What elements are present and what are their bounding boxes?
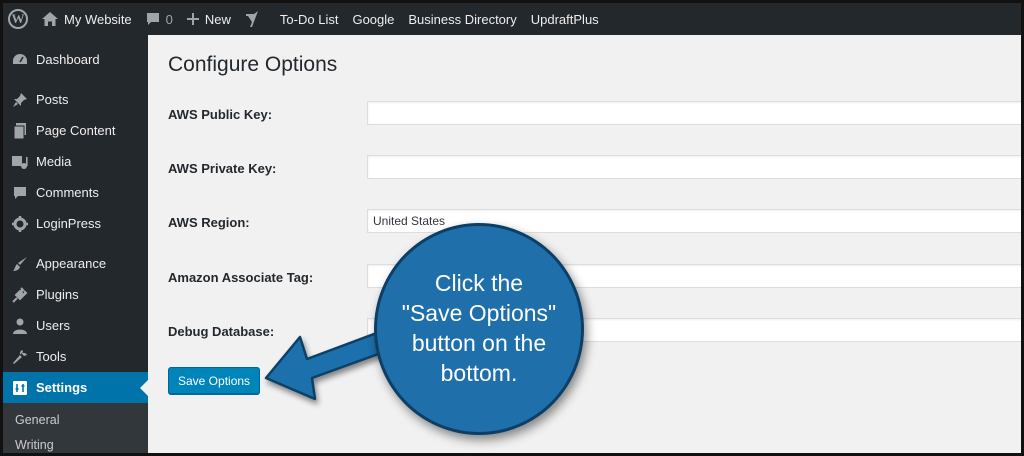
sidebar-item-comments[interactable]: Comments [3,177,148,208]
home-icon [42,12,58,26]
callout-line: "Save Options" [401,300,557,327]
submenu-item-label: General [15,412,60,427]
sidebar-item-dashboard[interactable]: Dashboard [3,44,148,75]
admin-sidebar: Dashboard Posts Page Content Media Comme… [3,35,148,453]
sidebar-item-label: Tools [36,349,67,364]
settings-icon [12,380,28,396]
site-name-label: My Website [64,11,132,27]
save-options-button[interactable]: Save Options [168,367,261,394]
sidebar-item-plugins[interactable]: Plugins [3,279,148,310]
sidebar-item-label: Plugins [36,287,79,302]
screenshot-frame: W My Website 0 New To-Do List Google Bus… [0,0,1024,456]
pin-icon [12,92,28,108]
sidebar-item-page-content[interactable]: Page Content [3,115,148,146]
debug-database-label: Debug Database: [168,324,275,339]
wordpress-icon: W [8,9,28,29]
callout-line: Click the [434,270,524,297]
sidebar-item-media[interactable]: Media [3,146,148,177]
sidebar-item-posts[interactable]: Posts [3,84,148,115]
sidebar-item-users[interactable]: Users [3,310,148,341]
sidebar-item-label: Settings [36,380,88,395]
site-name-link[interactable]: My Website [35,3,139,35]
media-icon [12,154,28,170]
comment-icon [146,12,160,26]
google-link[interactable]: Google [345,3,401,35]
brush-icon [12,256,28,272]
plus-icon [186,13,199,25]
page-title: Configure Options [168,53,338,76]
updraftplus-link[interactable]: UpdraftPlus [524,3,606,35]
callout-line: bottom. [440,359,518,386]
business-directory-label: Business Directory [408,11,517,27]
aws-private-key-input[interactable] [367,155,1021,179]
callout-line: button on the [411,330,547,356]
sidebar-item-label: Posts [36,92,69,107]
comment-icon [12,185,28,201]
wordpress-logo-button[interactable]: W [3,3,35,35]
submenu-item-writing[interactable]: Writing [3,432,148,453]
gear-icon [12,215,28,232]
sidebar-item-label: Users [36,318,70,333]
aws-public-key-label: AWS Public Key: [168,107,273,122]
sidebar-item-label: Dashboard [36,52,100,67]
sidebar-item-label: Page Content [36,123,116,138]
sidebar-item-tools[interactable]: Tools [3,341,148,372]
aws-private-key-label: AWS Private Key: [168,161,277,176]
sidebar-item-label: LoginPress [36,216,102,231]
instruction-callout: Click the "Save Options" button on the b… [374,223,584,435]
google-label: Google [352,11,395,27]
new-label: New [204,11,231,27]
updraftplus-label: UpdraftPlus [530,11,599,27]
submenu-item-general[interactable]: General [3,407,148,432]
plug-icon [12,286,28,303]
sidebar-item-settings[interactable]: Settings [3,372,148,403]
aws-region-label: AWS Region: [168,215,250,230]
business-directory-link[interactable]: Business Directory [401,3,523,35]
sidebar-item-label: Comments [36,185,99,200]
yoast-icon [245,11,259,27]
todo-list-link[interactable]: To-Do List [266,3,346,35]
sidebar-item-appearance[interactable]: Appearance [3,248,148,279]
submenu-item-label: Writing [15,437,54,452]
comments-link[interactable]: 0 [139,3,180,35]
comments-count: 0 [165,11,173,27]
sidebar-item-loginpress[interactable]: LoginPress [3,208,148,239]
sidebar-item-label: Media [36,154,72,169]
sidebar-item-label: Appearance [36,256,107,271]
main-content: Configure Options AWS Public Key: AWS Pr… [148,35,1021,453]
dashboard-icon [12,52,28,68]
new-content-link[interactable]: New [180,3,238,35]
pages-icon [12,122,28,139]
admin-bar: W My Website 0 New To-Do List Google Bus… [3,3,1021,35]
aws-public-key-input[interactable] [367,101,1021,125]
yoast-menu-button[interactable] [238,3,266,35]
user-icon [12,318,28,334]
todo-list-label: To-Do List [279,11,339,27]
settings-submenu: General Writing [3,403,148,453]
wrench-icon [12,349,28,365]
amazon-associate-tag-label: Amazon Associate Tag: [168,270,314,285]
